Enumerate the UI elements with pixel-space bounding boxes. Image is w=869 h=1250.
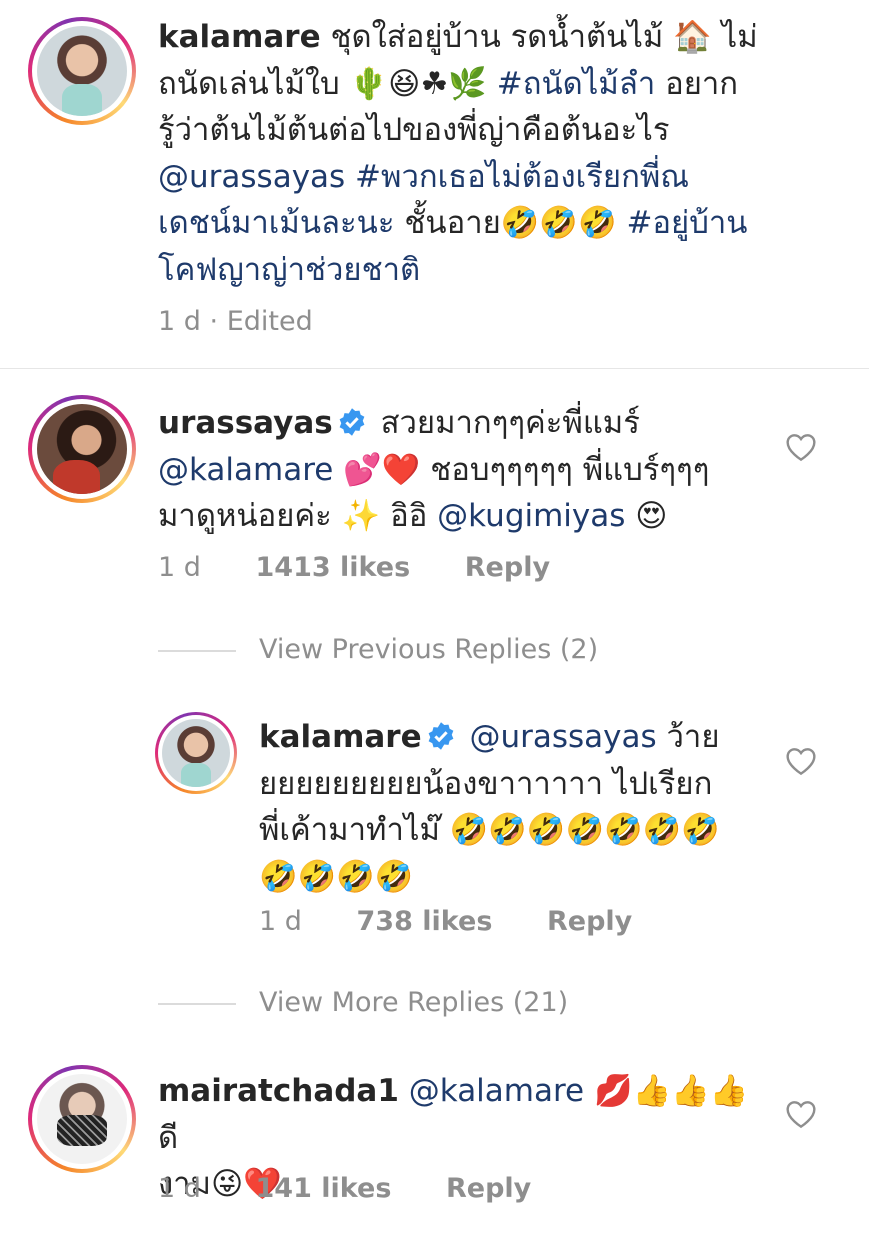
comment-username[interactable]: urassayas bbox=[158, 405, 333, 441]
heart-outline-icon[interactable] bbox=[785, 432, 817, 462]
replies-line bbox=[158, 650, 236, 652]
heart-outline-icon[interactable] bbox=[785, 746, 817, 776]
heart-outline-icon[interactable] bbox=[785, 1099, 817, 1129]
comment-username[interactable]: mairatchada1 bbox=[158, 1073, 399, 1109]
mention-link[interactable]: @kalamare bbox=[409, 1073, 584, 1109]
comment-meta: 1 d 141 likes Reply bbox=[158, 1173, 531, 1204]
comment-time: 1 d bbox=[158, 1173, 201, 1204]
mention-link[interactable]: @kalamare bbox=[158, 452, 333, 488]
caption-edited: Edited bbox=[226, 306, 313, 337]
likes-count[interactable]: 738 likes bbox=[357, 906, 493, 937]
likes-count[interactable]: 1413 likes bbox=[256, 552, 411, 583]
replies-line bbox=[158, 1003, 236, 1005]
caption-time: 1 d bbox=[158, 306, 201, 337]
reply-button[interactable]: Reply bbox=[446, 1173, 531, 1204]
reply-button[interactable]: Reply bbox=[547, 906, 632, 937]
verified-badge-icon bbox=[339, 407, 365, 436]
avatar[interactable] bbox=[28, 395, 136, 503]
comment-time: 1 d bbox=[158, 552, 201, 583]
mention-link[interactable]: @urassayas bbox=[158, 159, 345, 195]
reply-username[interactable]: kalamare bbox=[259, 719, 422, 755]
hashtag[interactable]: โคฟญาญ่าช่วยชาติ bbox=[158, 252, 420, 288]
caption-text: kalamare ชุดใส่อยู่บ้าน รดน้ำต้นไม้ 🏠 ไม… bbox=[158, 19, 758, 288]
comment-text: urassayas สวยมากๆๆค่ะพี่แมร์ @kalamare 💕… bbox=[158, 405, 710, 534]
mention-link[interactable]: @urassayas bbox=[469, 719, 656, 755]
view-previous-replies[interactable]: View Previous Replies (2) bbox=[259, 634, 598, 665]
likes-count[interactable]: 141 likes bbox=[256, 1173, 392, 1204]
mention-link[interactable]: @kugimiyas bbox=[437, 498, 625, 534]
divider bbox=[0, 368, 869, 369]
view-more-replies[interactable]: View More Replies (21) bbox=[259, 987, 568, 1018]
hashtag[interactable]: #ถนัดไม้ลำ bbox=[497, 66, 656, 102]
reply-text: kalamare @urassayas ว้าย ยยยยยยยยยน้องขา… bbox=[259, 719, 720, 895]
caption-username[interactable]: kalamare bbox=[158, 19, 321, 55]
reply-time: 1 d bbox=[259, 906, 302, 937]
hashtag[interactable]: เดชน์มาเม้นละนะ bbox=[158, 205, 395, 241]
hashtag[interactable]: #พวกเธอไม่ต้องเรียกพี่ณ bbox=[355, 159, 689, 195]
caption-meta: 1 d · Edited bbox=[158, 306, 313, 337]
hashtag[interactable]: #อยู่บ้าน bbox=[626, 205, 747, 241]
comment-meta: 1 d 1413 likes Reply bbox=[158, 552, 550, 583]
verified-badge-icon bbox=[428, 721, 453, 750]
avatar[interactable] bbox=[28, 1065, 136, 1173]
avatar[interactable] bbox=[155, 712, 237, 794]
avatar[interactable] bbox=[28, 17, 136, 125]
reply-meta: 1 d 738 likes Reply bbox=[259, 906, 632, 937]
reply-button[interactable]: Reply bbox=[465, 552, 550, 583]
